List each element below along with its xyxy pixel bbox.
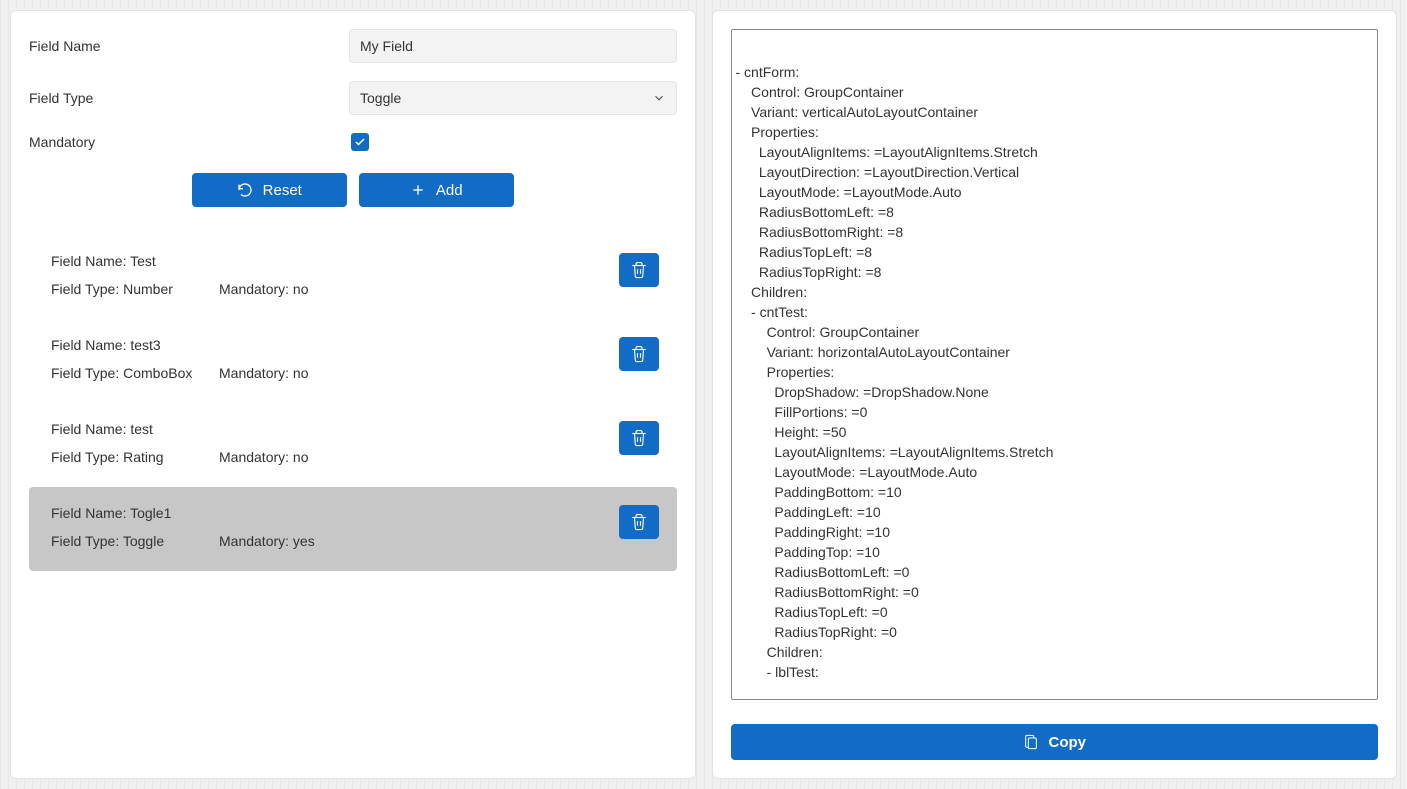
field-card[interactable]: Field Name: Test Field Type: NumberMandat… (29, 235, 677, 319)
copy-button[interactable]: Copy (731, 724, 1379, 760)
field-card[interactable]: Field Name: test Field Type: RatingMandat… (29, 403, 677, 487)
mandatory-label: Mandatory (29, 134, 349, 150)
field-card-name: Field Name: test3 (51, 337, 655, 353)
field-type-label: Field Type (29, 90, 349, 106)
field-card-type: Field Type: Toggle (51, 533, 219, 549)
copy-icon (1023, 733, 1039, 751)
trash-icon (630, 261, 648, 279)
reset-button-label: Reset (263, 182, 302, 199)
app-container: Field Name My Field Field Type Toggle Ma… (10, 10, 1397, 779)
refresh-icon (237, 182, 253, 198)
trash-icon (630, 345, 648, 363)
add-button[interactable]: Add (359, 173, 514, 207)
field-type-value: Toggle (360, 90, 401, 106)
plus-icon (410, 182, 426, 198)
chevron-down-icon (652, 91, 666, 105)
add-button-label: Add (436, 182, 463, 199)
field-card-type: Field Type: ComboBox (51, 365, 219, 381)
reset-button[interactable]: Reset (192, 173, 347, 207)
field-card-details: Field Type: ComboBoxMandatory: no (51, 365, 655, 381)
field-name-input[interactable]: My Field (349, 29, 677, 63)
field-card-name: Field Name: Togle1 (51, 505, 655, 521)
yaml-output[interactable]: - cntForm: Control: GroupContainer Varia… (731, 29, 1379, 700)
row-field-type: Field Type Toggle (29, 81, 677, 115)
field-card[interactable]: Field Name: test3 Field Type: ComboBoxMan… (29, 319, 677, 403)
delete-button[interactable] (619, 505, 659, 539)
copy-row: Copy (731, 724, 1379, 760)
field-name-value: My Field (360, 38, 413, 54)
field-type-select[interactable]: Toggle (349, 81, 677, 115)
form-panel: Field Name My Field Field Type Toggle Ma… (10, 10, 696, 779)
field-info: Field Name: test3 Field Type: ComboBoxMan… (51, 337, 655, 381)
field-list: Field Name: TestField Type: NumberMandat… (29, 235, 677, 571)
checkmark-icon (354, 136, 366, 148)
delete-button[interactable] (619, 253, 659, 287)
field-card-mandatory: Mandatory: yes (219, 533, 315, 549)
field-card-name: Field Name: test (51, 421, 655, 437)
button-row: Reset Add (29, 173, 677, 207)
field-info: Field Name: test Field Type: RatingMandat… (51, 421, 655, 465)
field-info: Field Name: Togle1 Field Type: ToggleMand… (51, 505, 655, 549)
delete-button[interactable] (619, 421, 659, 455)
field-card-mandatory: Mandatory: no (219, 365, 309, 381)
copy-button-label: Copy (1049, 734, 1087, 751)
field-card-details: Field Type: NumberMandatory: no (51, 281, 655, 297)
field-card-mandatory: Mandatory: no (219, 281, 309, 297)
field-card-details: Field Type: RatingMandatory: no (51, 449, 655, 465)
field-name-label: Field Name (29, 38, 349, 54)
field-card-mandatory: Mandatory: no (219, 449, 309, 465)
field-card-type: Field Type: Rating (51, 449, 219, 465)
mandatory-checkbox[interactable] (351, 133, 369, 151)
trash-icon (630, 513, 648, 531)
field-card-name: Field Name: Test (51, 253, 655, 269)
row-mandatory: Mandatory (29, 133, 677, 151)
delete-button[interactable] (619, 337, 659, 371)
field-info: Field Name: Test Field Type: NumberMandat… (51, 253, 655, 297)
field-card-type: Field Type: Number (51, 281, 219, 297)
row-field-name: Field Name My Field (29, 29, 677, 63)
trash-icon (630, 429, 648, 447)
field-card-details: Field Type: ToggleMandatory: yes (51, 533, 655, 549)
field-card[interactable]: Field Name: Togle1 Field Type: ToggleMand… (29, 487, 677, 571)
output-panel: - cntForm: Control: GroupContainer Varia… (712, 10, 1398, 779)
